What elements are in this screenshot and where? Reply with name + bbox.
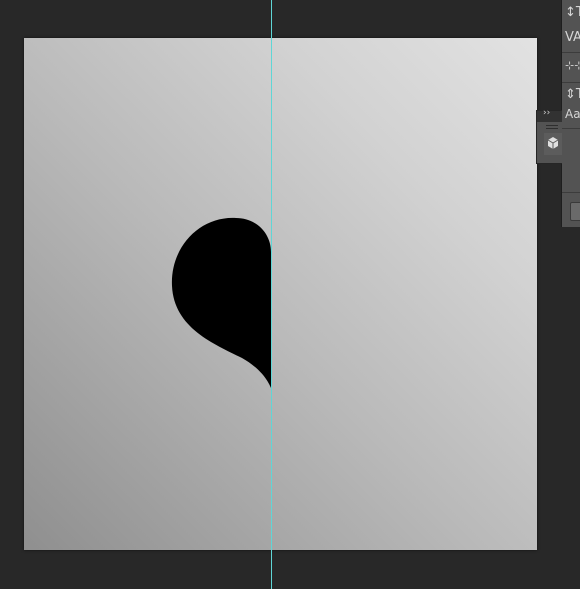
character-panel-strip: ↕T VA ⊹⊹ ⇕T Aa — [561, 0, 580, 227]
document-workspace: ↕T VA ⊹⊹ ⇕T Aa ›› — [0, 0, 580, 589]
3d-cube-icon[interactable] — [544, 133, 562, 155]
collapsed-panel-dock: ›› — [536, 109, 562, 164]
half-heart-shape[interactable] — [171, 217, 271, 388]
document-canvas[interactable] — [24, 38, 537, 550]
expand-panels-icon[interactable]: ›› — [543, 109, 550, 118]
panel-button[interactable] — [570, 202, 580, 221]
tracking-icon[interactable]: VA — [565, 31, 580, 44]
vertical-guide[interactable] — [271, 0, 272, 589]
dock-header[interactable]: ›› — [537, 109, 562, 122]
scale-icon[interactable]: ⇕T — [565, 88, 580, 101]
leading-icon[interactable]: ↕T — [565, 6, 580, 19]
canvas-artwork — [171, 217, 271, 388]
panel-divider — [562, 52, 580, 53]
panel-divider — [562, 82, 580, 83]
panel-divider — [562, 192, 580, 193]
panel-divider — [562, 128, 580, 129]
baseline-shift-icon[interactable]: Aa — [565, 108, 580, 120]
dock-grip-icon[interactable] — [546, 125, 558, 129]
scale-dots-icon[interactable]: ⊹⊹ — [565, 60, 580, 71]
